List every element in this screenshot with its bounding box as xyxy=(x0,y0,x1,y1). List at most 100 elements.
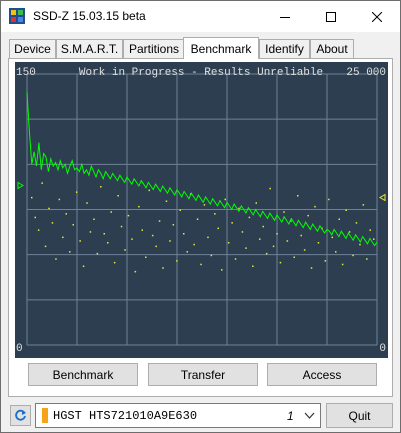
minimize-icon xyxy=(280,16,290,18)
window-title: SSD-Z 15.03.15 beta xyxy=(33,9,146,23)
chart-dot xyxy=(203,204,206,206)
chart-dot xyxy=(75,191,78,193)
chart-dot xyxy=(210,254,213,257)
chart-dot xyxy=(89,231,92,233)
chart-dot xyxy=(58,198,61,201)
chart-dot xyxy=(155,245,157,248)
benchmark-chart: 150 Work in Progress - Results Unreliabl… xyxy=(15,62,388,358)
chart-dot xyxy=(279,261,282,264)
maximize-icon xyxy=(326,11,336,22)
y-left-max-label: 150 xyxy=(16,67,36,79)
chart-dot xyxy=(303,249,306,251)
chart-dot xyxy=(272,245,275,248)
chart-dot xyxy=(200,263,202,266)
tab-identify[interactable]: Identify xyxy=(259,39,310,58)
chart-dot xyxy=(283,211,285,213)
chart-dot xyxy=(248,216,251,219)
title-bar[interactable]: SSD-Z 15.03.15 beta xyxy=(1,1,400,32)
tab-about[interactable]: About xyxy=(310,39,354,58)
chart-dot xyxy=(176,260,178,262)
drive-index: 1 xyxy=(287,409,294,423)
minimize-button[interactable] xyxy=(262,1,308,32)
chart-dot xyxy=(265,252,268,255)
chart-dot xyxy=(314,205,316,208)
chart-dot xyxy=(331,236,333,239)
chart-line-series xyxy=(26,92,378,247)
refresh-button[interactable] xyxy=(10,405,31,426)
chart-dot xyxy=(41,182,43,184)
chart-dot xyxy=(103,233,105,235)
refresh-icon xyxy=(15,409,26,421)
chart-dot xyxy=(352,254,354,257)
drive-name: HGST HTS721010A9E630 xyxy=(53,409,198,423)
chart-dot xyxy=(65,213,67,215)
chart-dot xyxy=(297,195,299,197)
chart-dot xyxy=(196,218,199,220)
access-button[interactable]: Access xyxy=(267,363,377,386)
chart-dot xyxy=(335,251,337,253)
chart-dot xyxy=(100,186,102,188)
chart-dot xyxy=(93,218,95,220)
chart-dot xyxy=(300,234,302,237)
chart-dot xyxy=(151,234,154,237)
chart-dot xyxy=(186,251,188,253)
chart-dot xyxy=(276,233,278,235)
tab-device[interactable]: Device xyxy=(9,39,56,58)
chart-dots-series xyxy=(31,182,375,273)
chart-dot xyxy=(245,247,247,249)
chart-dot xyxy=(110,211,112,213)
chart-dot xyxy=(107,242,109,244)
chart-dot xyxy=(252,265,254,267)
tab-smart[interactable]: S.M.A.R.T. xyxy=(56,39,123,58)
chart-dot xyxy=(134,270,137,273)
chart-dot xyxy=(148,189,150,192)
right-marker-icon xyxy=(379,193,386,202)
chart-dot xyxy=(34,216,36,219)
chart-dot xyxy=(62,236,64,239)
chart-dot xyxy=(234,258,237,260)
chart-dot xyxy=(241,231,244,233)
y-left-min-label: 0 xyxy=(16,343,23,355)
chart-dot xyxy=(172,224,175,226)
chart-dot xyxy=(214,213,216,215)
drive-select[interactable]: HGST HTS721010A9E630 1 xyxy=(35,403,321,428)
benchmark-button[interactable]: Benchmark xyxy=(28,363,138,386)
chart-dot xyxy=(82,265,85,267)
quit-button[interactable]: Quit xyxy=(326,403,393,428)
chart-dot xyxy=(359,243,361,246)
chart-dot xyxy=(307,214,309,217)
chart-dot xyxy=(141,229,143,231)
chart-dot xyxy=(179,209,181,211)
left-marker-icon xyxy=(17,181,24,190)
chart-dot xyxy=(131,238,133,240)
chart-grid xyxy=(26,73,378,346)
tab-benchmark[interactable]: Benchmark xyxy=(183,37,259,59)
chart-dot xyxy=(217,227,219,230)
chart-dot xyxy=(373,238,375,240)
bottom-bar: HGST HTS721010A9E630 1 Quit xyxy=(1,400,400,432)
chart-dot xyxy=(145,256,147,258)
chart-svg: 150 Work in Progress - Results Unreliabl… xyxy=(16,67,386,355)
chart-dot xyxy=(362,204,365,206)
chart-dot xyxy=(51,222,54,224)
chart-dot xyxy=(165,200,168,202)
transfer-button[interactable]: Transfer xyxy=(148,363,258,386)
chart-dot xyxy=(317,242,320,244)
tab-partitions[interactable]: Partitions xyxy=(123,39,185,58)
tab-strip: Device S.M.A.R.T. Partitions Benchmark I… xyxy=(9,37,394,59)
chart-dot xyxy=(69,251,71,253)
chart-dot xyxy=(193,243,195,246)
chevron-down-icon xyxy=(304,412,315,419)
chart-dot xyxy=(310,267,313,269)
y-right-min-label: 0 xyxy=(379,343,386,355)
chart-dot xyxy=(127,214,130,217)
chart-dot xyxy=(231,222,233,224)
chart-dot xyxy=(31,196,33,199)
chart-dot xyxy=(120,225,123,228)
chart-dot xyxy=(79,240,81,242)
chart-dot xyxy=(328,198,330,201)
app-icon xyxy=(9,8,25,24)
chart-dot xyxy=(117,195,119,197)
maximize-button[interactable] xyxy=(308,1,354,32)
close-button[interactable] xyxy=(354,1,400,32)
